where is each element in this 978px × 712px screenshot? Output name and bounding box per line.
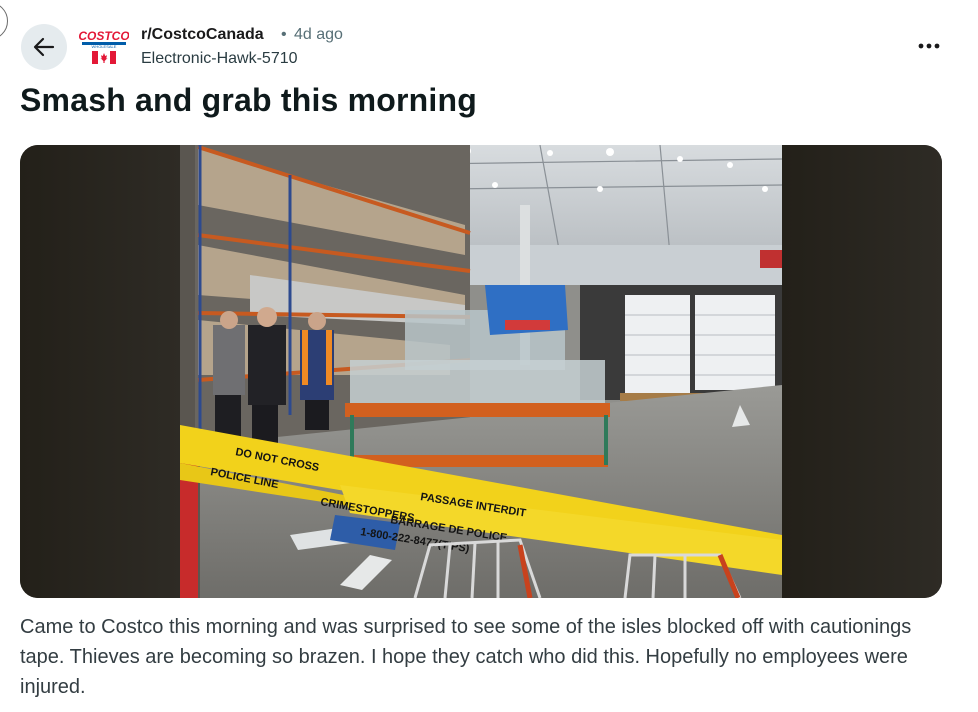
window-edge-circle [0,2,8,40]
costco-logo-subtext: WHOLESALE [92,44,117,49]
canada-flag-icon [92,51,116,64]
post-title: Smash and grab this morning [20,82,478,118]
image-blur-left [20,145,180,598]
arrow-left-icon [33,37,55,57]
more-options-button[interactable] [912,34,946,58]
image-blur-right [782,145,942,598]
post-body: Came to Costco this morning and was surp… [20,616,912,698]
subreddit-link[interactable]: r/CostcoCanada [141,26,264,44]
back-button[interactable] [21,24,67,70]
author-link[interactable]: Electronic-Hawk-5710 [141,50,298,68]
more-horizontal-icon [918,43,940,49]
police-officers [213,307,334,445]
warehouse-photo: DO NOT CROSS POLICE LINE PASSAGE INTERDI… [180,145,783,598]
post-image[interactable]: DO NOT CROSS POLICE LINE PASSAGE INTERDI… [20,145,942,598]
separator-dot: • [281,26,287,43]
costco-logo-text: COSTCO [79,29,129,43]
subreddit-icon[interactable]: COSTCO WHOLESALE [78,26,130,70]
post-age: 4d ago [294,26,343,43]
